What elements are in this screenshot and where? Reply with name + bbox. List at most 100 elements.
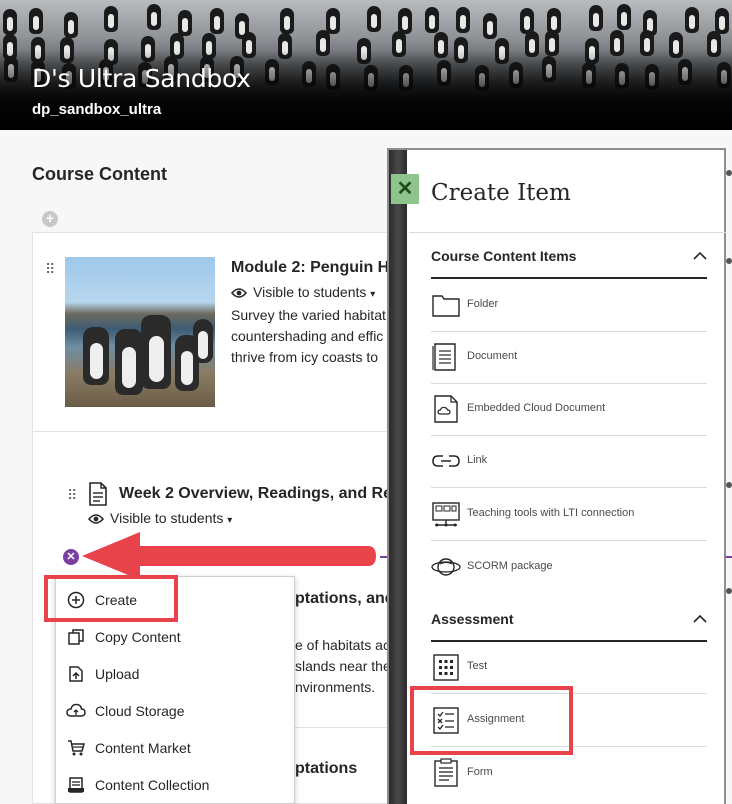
module-title[interactable]: Module 2: Penguin H <box>231 259 389 277</box>
menu-item-content-collection[interactable]: Content Collection <box>66 773 209 797</box>
banner-penguin <box>147 4 161 30</box>
chevron-up-icon[interactable] <box>693 249 707 263</box>
create-item-folder[interactable]: Folder <box>431 280 707 332</box>
week-title[interactable]: Week 2 Overview, Readings, and Re <box>119 485 392 503</box>
item-label: Teaching tools with LTI connection <box>467 507 635 519</box>
create-item-link[interactable]: Link <box>431 436 707 488</box>
menu-item-label: Cloud Storage <box>95 703 185 719</box>
close-add-menu-icon[interactable]: ✕ <box>63 549 79 565</box>
banner-penguin <box>367 6 381 32</box>
create-item-scorm[interactable]: SCORM package <box>431 542 707 594</box>
panel-title: Create Item <box>431 180 571 206</box>
menu-item-upload[interactable]: Upload <box>66 662 139 686</box>
item-desc-partial: e of habitats ac <box>295 637 390 653</box>
collection-icon <box>66 776 86 794</box>
module-visibility-label: Visible to students <box>253 284 367 300</box>
scorm-icon <box>431 558 461 576</box>
create-item-embedded-cloud-document[interactable]: Embedded Cloud Document <box>431 384 707 436</box>
banner-penguin <box>326 8 340 34</box>
item-title-partial: ptations, and <box>295 590 395 607</box>
menu-item-label: Upload <box>95 666 140 682</box>
chevron-up-icon[interactable] <box>693 612 707 626</box>
course-title: D's Ultra Sandbox <box>32 64 251 93</box>
banner-penguin <box>483 13 497 39</box>
chevron-down-icon: ▾ <box>370 289 376 300</box>
item-desc-partial: nvironments. <box>295 679 376 695</box>
banner-penguin <box>715 8 729 34</box>
module-visibility[interactable]: Visible to students ▾ <box>231 284 375 300</box>
menu-item-label: Content Collection <box>95 777 210 793</box>
week-visibility[interactable]: Visible to students ▾ <box>88 510 232 526</box>
banner-penguin <box>617 4 631 30</box>
document-icon <box>89 482 107 506</box>
eye-icon <box>88 514 104 524</box>
folder-icon <box>432 295 460 317</box>
group-heading-assessment[interactable]: Assessment <box>431 611 514 627</box>
banner-penguin <box>280 8 294 34</box>
module-description-line: Survey the varied habitat <box>231 307 386 323</box>
form-icon <box>434 758 458 787</box>
item-label: Folder <box>467 298 499 310</box>
more-options-icon[interactable] <box>726 482 732 488</box>
cloud-icon <box>66 702 86 720</box>
course-id: dp_sandbox_ultra <box>32 101 162 118</box>
create-highlight-box <box>44 575 178 622</box>
banner-penguin <box>29 8 43 34</box>
banner-penguin <box>589 5 603 31</box>
more-options-icon[interactable] <box>726 588 732 594</box>
divider <box>409 232 726 233</box>
module-description: Survey the varied habitat countershading… <box>231 305 391 368</box>
week-visibility-label: Visible to students <box>110 510 224 526</box>
item-label: Test <box>467 660 488 672</box>
group-rule <box>431 277 707 279</box>
banner-penguin <box>456 7 470 33</box>
menu-item-cloud-storage[interactable]: Cloud Storage <box>66 699 185 723</box>
create-item-form[interactable]: Form <box>431 748 707 800</box>
banner-penguin <box>3 9 17 35</box>
chevron-down-icon: ▾ <box>227 515 233 526</box>
upload-icon <box>66 665 86 683</box>
more-options-icon[interactable] <box>726 170 732 176</box>
menu-item-label: Content Market <box>95 740 191 756</box>
cloud-document-icon <box>434 395 458 423</box>
item-label: Link <box>467 454 488 466</box>
assignment-highlight-box <box>410 686 573 755</box>
copy-icon <box>66 628 86 646</box>
banner-penguin <box>104 6 118 32</box>
banner-penguin <box>64 12 78 38</box>
divider <box>295 727 390 728</box>
module-description-line: thrive from icy coasts to <box>231 349 379 365</box>
group-heading-course-content-items[interactable]: Course Content Items <box>431 248 576 264</box>
menu-item-copy-content[interactable]: Copy Content <box>66 625 181 649</box>
item-desc-partial: slands near the <box>295 658 391 674</box>
add-content-button[interactable]: + <box>42 211 58 227</box>
cart-icon <box>66 739 86 757</box>
more-options-icon[interactable] <box>726 258 732 264</box>
create-item-document[interactable]: Document <box>431 332 707 384</box>
panel-backdrop-stripe <box>389 150 407 804</box>
close-panel-button[interactable]: ✕ <box>391 174 419 204</box>
test-icon <box>433 654 459 681</box>
menu-item-label: Copy Content <box>95 629 181 645</box>
create-item-lti[interactable]: Teaching tools with LTI connection <box>431 489 707 541</box>
item-label: Embedded Cloud Document <box>467 402 606 414</box>
banner-penguin <box>425 7 439 33</box>
divider <box>33 431 391 432</box>
document-icon <box>432 343 456 371</box>
item-label: Form <box>467 766 493 778</box>
banner-penguin <box>685 7 699 33</box>
link-icon <box>432 455 460 467</box>
banner-penguin <box>210 8 224 34</box>
eye-icon <box>231 288 247 298</box>
banner-penguin <box>178 10 192 36</box>
drag-handle-icon[interactable]: ⠿ <box>45 262 55 276</box>
item-label: SCORM package <box>467 560 553 572</box>
module-thumbnail <box>65 257 215 407</box>
lti-icon <box>432 502 460 527</box>
item-label: Document <box>467 350 518 362</box>
module-description-line: countershading and effic <box>231 328 384 344</box>
drag-handle-icon[interactable]: ⠿ <box>67 488 77 502</box>
item-title-partial: ptations <box>295 760 358 777</box>
section-title: Course Content <box>32 164 167 184</box>
menu-item-content-market[interactable]: Content Market <box>66 736 191 760</box>
